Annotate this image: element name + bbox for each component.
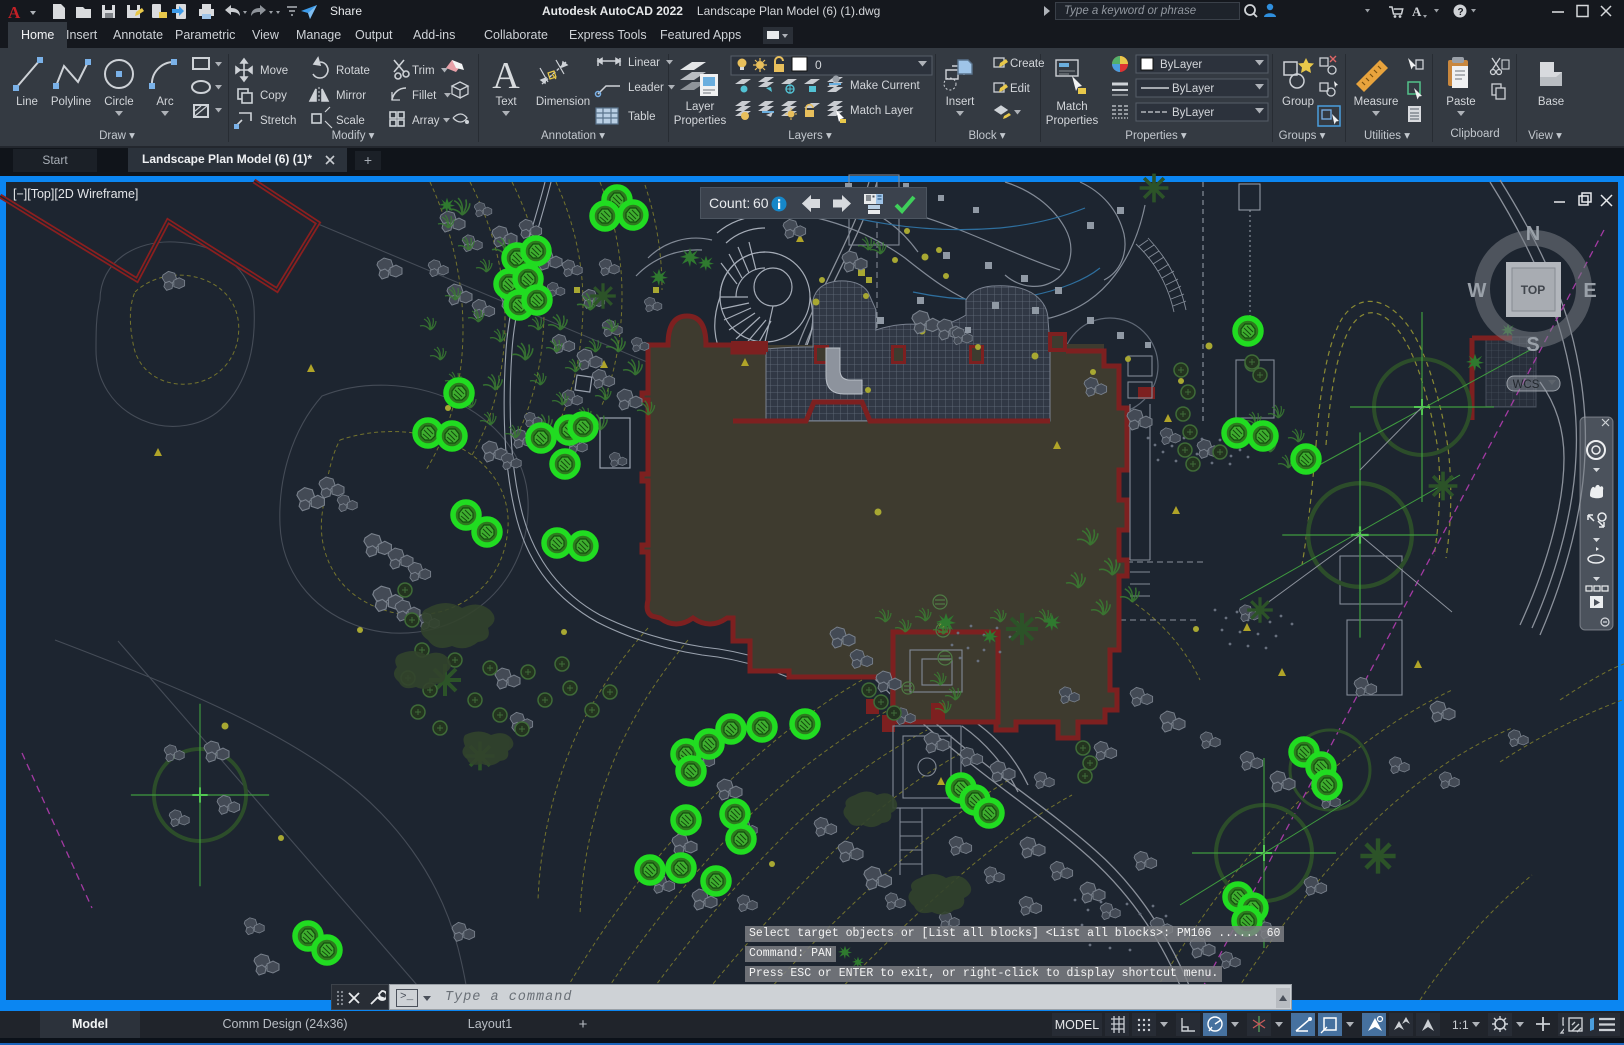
svg-text:?: ? (1458, 7, 1464, 18)
svg-text:Layer: Layer (686, 101, 715, 113)
svg-text:Measure: Measure (1354, 96, 1399, 108)
svg-text:A: A (1412, 4, 1422, 19)
svg-text:Dimension: Dimension (536, 96, 590, 108)
svg-text:0: 0 (815, 58, 822, 72)
svg-text:Base: Base (1538, 96, 1564, 108)
svg-text:Make Current: Make Current (850, 80, 920, 92)
svg-text:Table: Table (628, 111, 656, 123)
svg-text:TOP: TOP (1521, 283, 1545, 297)
svg-text:Rotate: Rotate (336, 65, 370, 77)
svg-text:Linear: Linear (628, 57, 660, 69)
svg-text:Properties: Properties (674, 115, 727, 127)
svg-text:ByLayer: ByLayer (1160, 59, 1202, 71)
svg-text:Group: Group (1282, 96, 1314, 108)
svg-text:Fillet: Fillet (412, 90, 437, 102)
svg-text:Copy: Copy (260, 90, 287, 102)
svg-text:A: A (492, 55, 520, 97)
svg-text:Insert: Insert (946, 96, 976, 108)
svg-text:A: A (8, 3, 21, 21)
svg-text:Move: Move (260, 65, 288, 77)
svg-text:Match: Match (1056, 101, 1087, 113)
svg-text:E: E (1583, 280, 1596, 302)
svg-text:Scale: Scale (336, 115, 365, 127)
svg-text:S: S (1526, 334, 1539, 356)
svg-text:Stretch: Stretch (260, 115, 296, 127)
svg-text:1:1: 1:1 (1452, 1018, 1469, 1032)
svg-text:Polyline: Polyline (51, 96, 91, 108)
svg-text:W: W (1468, 280, 1487, 302)
svg-text:Match Layer: Match Layer (850, 105, 913, 117)
svg-text:Mirror: Mirror (336, 90, 366, 102)
svg-text:Array: Array (412, 115, 440, 127)
svg-text:Circle: Circle (104, 96, 133, 108)
svg-text:Line: Line (16, 96, 38, 108)
svg-text:Properties: Properties (1046, 115, 1099, 127)
svg-text:Create: Create (1010, 58, 1045, 70)
svg-text:WCS: WCS (1513, 379, 1540, 391)
svg-text:MODEL: MODEL (1055, 1018, 1100, 1032)
svg-text:N: N (1526, 223, 1540, 245)
svg-text:Edit: Edit (1010, 83, 1031, 95)
svg-text:Arc: Arc (156, 96, 174, 108)
svg-text:Paste: Paste (1446, 96, 1475, 108)
svg-text:ByLayer: ByLayer (1172, 107, 1214, 119)
svg-text:Text: Text (495, 96, 517, 108)
svg-text:Leader: Leader (628, 82, 664, 94)
svg-text:ByLayer: ByLayer (1172, 83, 1214, 95)
svg-text:Trim: Trim (412, 65, 435, 77)
